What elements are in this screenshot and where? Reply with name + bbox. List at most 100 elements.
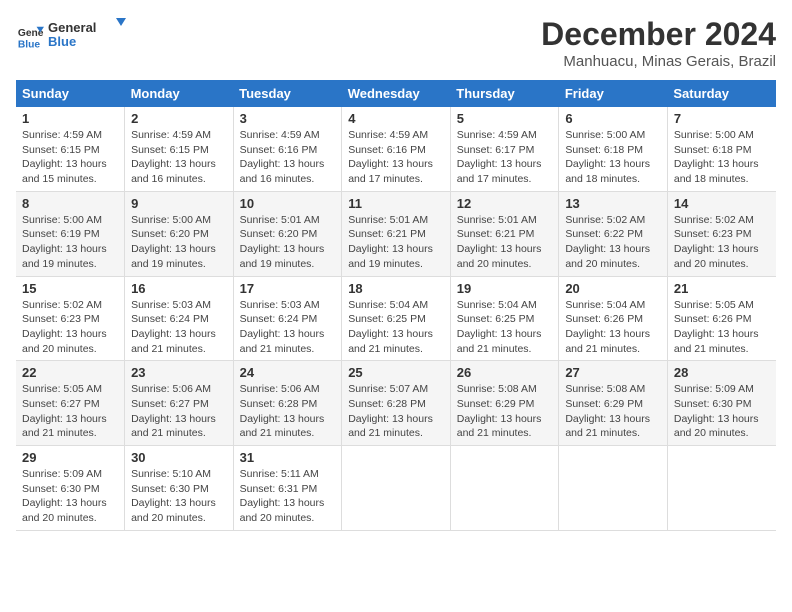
day-number: 1 [22,111,118,126]
day-info: Sunrise: 5:08 AM Sunset: 6:29 PM Dayligh… [457,382,553,441]
calendar-cell: 1Sunrise: 4:59 AM Sunset: 6:15 PM Daylig… [16,107,125,191]
calendar-cell: 14 Sunrise: 5:02 AM Sunset: 6:23 PM Dayli… [667,191,776,276]
svg-text:Blue: Blue [48,34,76,49]
calendar-week-row: 15Sunrise: 5:02 AM Sunset: 6:23 PM Dayli… [16,276,776,361]
day-number: 3 [240,111,336,126]
day-info: Sunrise: 5:04 AM Sunset: 6:25 PM Dayligh… [457,298,553,357]
calendar-week-row: 22 Sunrise: 5:05 AM Sunset: 6:27 PM Dayli… [16,361,776,446]
calendar-cell: 10 Sunrise: 5:01 AM Sunset: 6:20 PM Dayli… [233,191,342,276]
calendar-cell: 12Sunrise: 5:01 AM Sunset: 6:21 PM Dayli… [450,191,559,276]
day-number: 18 [348,281,444,296]
day-info: Sunrise: 5:01 AM Sunset: 6:21 PM Dayligh… [348,213,444,272]
day-number: 5 [457,111,553,126]
day-number: 22 [22,365,118,380]
day-info: Sunrise: 4:59 AM Sunset: 6:15 PM Dayligh… [131,128,227,187]
calendar-cell: 2 Sunrise: 4:59 AM Sunset: 6:15 PM Daylig… [125,107,234,191]
logo-icon: General Blue [16,23,44,51]
day-number: 21 [674,281,770,296]
calendar-cell: 20Sunrise: 5:04 AM Sunset: 6:26 PM Dayli… [559,276,668,361]
day-info: Sunrise: 5:02 AM Sunset: 6:23 PM Dayligh… [674,213,770,272]
day-info: Sunrise: 5:11 AM Sunset: 6:31 PM Dayligh… [240,467,336,526]
day-number: 24 [240,365,336,380]
day-info: Sunrise: 4:59 AM Sunset: 6:16 PM Dayligh… [348,128,444,187]
day-number: 11 [348,196,444,211]
calendar-cell: 24 Sunrise: 5:06 AM Sunset: 6:28 PM Dayli… [233,361,342,446]
calendar-cell [667,446,776,531]
main-title: December 2024 [541,16,776,53]
calendar-cell: 17Sunrise: 5:03 AM Sunset: 6:24 PM Dayli… [233,276,342,361]
col-saturday: Saturday [667,80,776,107]
calendar-cell: 30 Sunrise: 5:10 AM Sunset: 6:30 PM Dayli… [125,446,234,531]
day-number: 2 [131,111,227,126]
day-info: Sunrise: 5:04 AM Sunset: 6:25 PM Dayligh… [348,298,444,357]
day-info: Sunrise: 5:00 AM Sunset: 6:20 PM Dayligh… [131,213,227,272]
calendar-cell: 16Sunrise: 5:03 AM Sunset: 6:24 PM Dayli… [125,276,234,361]
general-blue-logo: General Blue [48,16,128,52]
title-block: December 2024 Manhuacu, Minas Gerais, Br… [541,16,776,70]
calendar-cell [342,446,451,531]
day-info: Sunrise: 5:06 AM Sunset: 6:28 PM Dayligh… [240,382,336,441]
day-number: 6 [565,111,661,126]
calendar-cell [450,446,559,531]
day-number: 27 [565,365,661,380]
calendar-cell: 27 Sunrise: 5:08 AM Sunset: 6:29 PM Dayli… [559,361,668,446]
day-number: 9 [131,196,227,211]
day-number: 19 [457,281,553,296]
day-info: Sunrise: 5:05 AM Sunset: 6:27 PM Dayligh… [22,382,118,441]
calendar-cell: 4 Sunrise: 4:59 AM Sunset: 6:16 PM Daylig… [342,107,451,191]
day-number: 4 [348,111,444,126]
day-info: Sunrise: 5:10 AM Sunset: 6:30 PM Dayligh… [131,467,227,526]
calendar-table: Sunday Monday Tuesday Wednesday Thursday… [16,80,776,531]
calendar-cell: 6 Sunrise: 5:00 AM Sunset: 6:18 PM Daylig… [559,107,668,191]
day-info: Sunrise: 5:02 AM Sunset: 6:22 PM Dayligh… [565,213,661,272]
calendar-week-row: 1 Sunrise: 4:59 AM Sunset: 6:15 PM Daylig… [16,107,776,191]
day-info: Sunrise: 5:06 AM Sunset: 6:27 PM Dayligh… [131,382,227,441]
calendar-cell: 18 Sunrise: 5:04 AM Sunset: 6:25 PM Dayli… [342,276,451,361]
calendar-cell: 29Sunrise: 5:09 AM Sunset: 6:30 PM Dayli… [16,446,125,531]
svg-text:Blue: Blue [18,39,41,50]
day-info: Sunrise: 5:02 AM Sunset: 6:23 PM Dayligh… [22,298,118,357]
day-info: Sunrise: 5:05 AM Sunset: 6:26 PM Dayligh… [674,298,770,357]
calendar-cell: 22 Sunrise: 5:05 AM Sunset: 6:27 PM Dayli… [16,361,125,446]
calendar-cell: 9 Sunrise: 5:00 AM Sunset: 6:20 PM Daylig… [125,191,234,276]
calendar-week-row: 29Sunrise: 5:09 AM Sunset: 6:30 PM Dayli… [16,446,776,531]
day-number: 20 [565,281,661,296]
logo: General Blue General Blue [16,16,128,57]
calendar-cell: 5 Sunrise: 4:59 AM Sunset: 6:17 PM Daylig… [450,107,559,191]
day-info: Sunrise: 5:01 AM Sunset: 6:20 PM Dayligh… [240,213,336,272]
day-number: 13 [565,196,661,211]
day-number: 14 [674,196,770,211]
calendar-cell: 7Sunrise: 5:00 AM Sunset: 6:18 PM Daylig… [667,107,776,191]
col-friday: Friday [559,80,668,107]
day-info: Sunrise: 4:59 AM Sunset: 6:17 PM Dayligh… [457,128,553,187]
calendar-cell [559,446,668,531]
day-number: 30 [131,450,227,465]
day-number: 10 [240,196,336,211]
day-info: Sunrise: 4:59 AM Sunset: 6:16 PM Dayligh… [240,128,336,187]
calendar-cell: 19 Sunrise: 5:04 AM Sunset: 6:25 PM Dayli… [450,276,559,361]
calendar-cell: 15Sunrise: 5:02 AM Sunset: 6:23 PM Dayli… [16,276,125,361]
day-info: Sunrise: 5:07 AM Sunset: 6:28 PM Dayligh… [348,382,444,441]
calendar-cell: 21 Sunrise: 5:05 AM Sunset: 6:26 PM Dayli… [667,276,776,361]
col-wednesday: Wednesday [342,80,451,107]
calendar-cell: 28Sunrise: 5:09 AM Sunset: 6:30 PM Dayli… [667,361,776,446]
col-thursday: Thursday [450,80,559,107]
col-monday: Monday [125,80,234,107]
calendar-cell: 26 Sunrise: 5:08 AM Sunset: 6:29 PM Dayli… [450,361,559,446]
day-number: 12 [457,196,553,211]
calendar-header-row: Sunday Monday Tuesday Wednesday Thursday… [16,80,776,107]
calendar-cell: 11 Sunrise: 5:01 AM Sunset: 6:21 PM Dayli… [342,191,451,276]
calendar-week-row: 8Sunrise: 5:00 AM Sunset: 6:19 PM Daylig… [16,191,776,276]
day-info: Sunrise: 5:00 AM Sunset: 6:18 PM Dayligh… [565,128,661,187]
calendar-cell: 25Sunrise: 5:07 AM Sunset: 6:28 PM Dayli… [342,361,451,446]
page-header: General Blue General Blue December 2024 … [16,16,776,70]
day-info: Sunrise: 5:00 AM Sunset: 6:19 PM Dayligh… [22,213,118,272]
col-tuesday: Tuesday [233,80,342,107]
day-number: 16 [131,281,227,296]
day-info: Sunrise: 5:09 AM Sunset: 6:30 PM Dayligh… [22,467,118,526]
day-info: Sunrise: 5:00 AM Sunset: 6:18 PM Dayligh… [674,128,770,187]
day-info: Sunrise: 5:08 AM Sunset: 6:29 PM Dayligh… [565,382,661,441]
day-number: 17 [240,281,336,296]
day-number: 26 [457,365,553,380]
calendar-cell: 3 Sunrise: 4:59 AM Sunset: 6:16 PM Daylig… [233,107,342,191]
